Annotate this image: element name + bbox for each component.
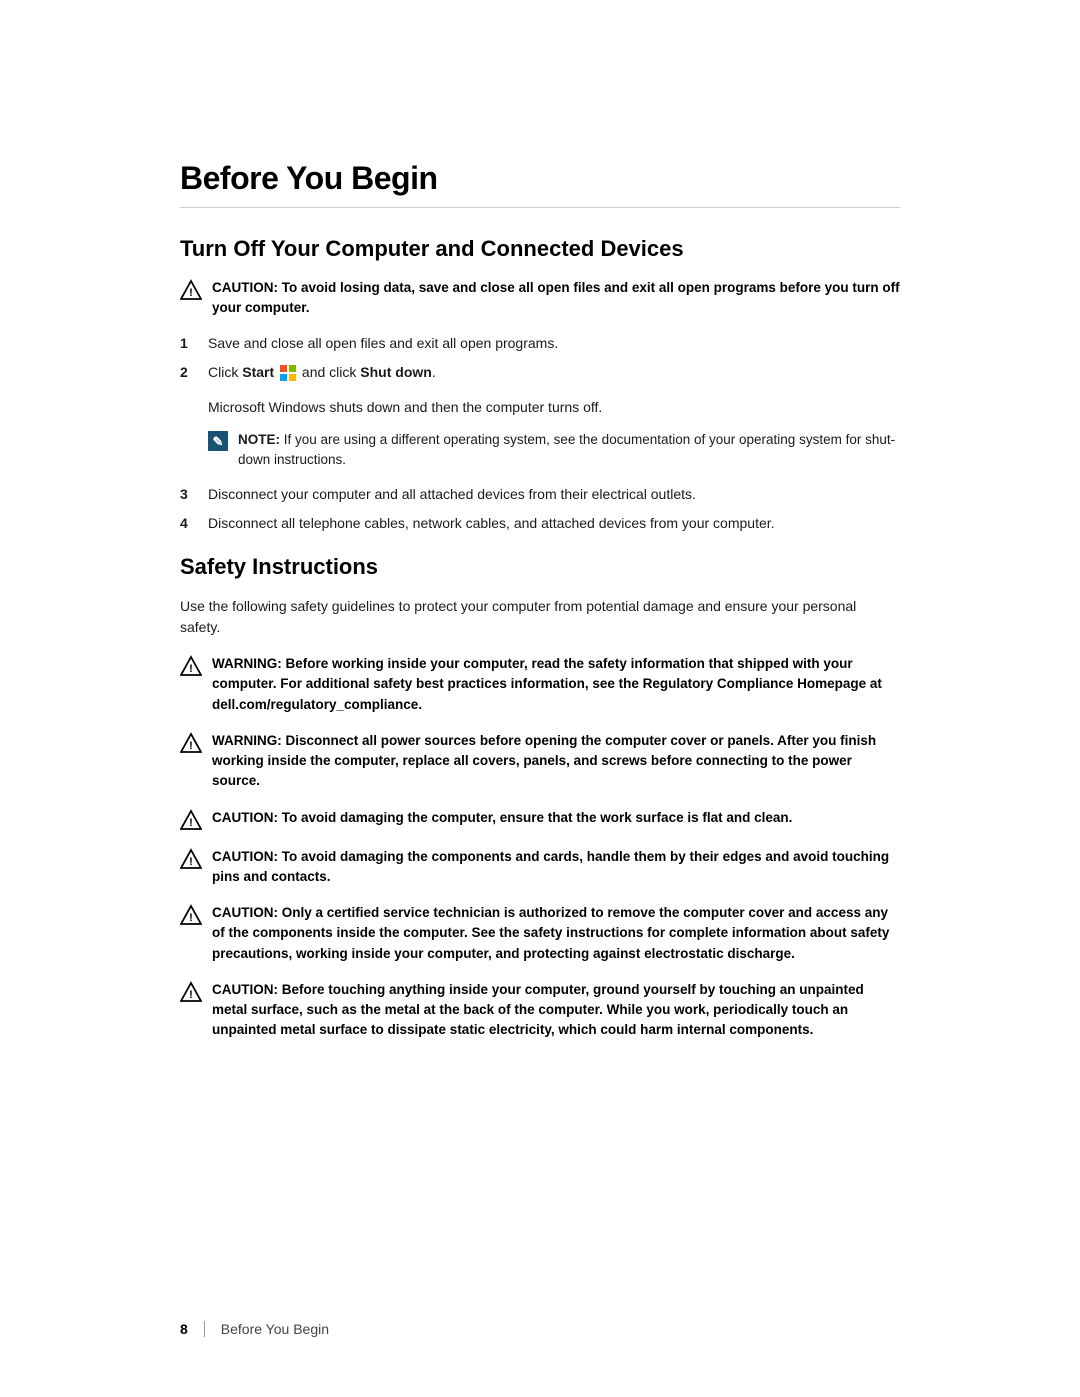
note-label-1: NOTE:	[238, 432, 280, 447]
note-body-1: If you are using a different operating s…	[238, 432, 895, 467]
svg-text:!: !	[189, 817, 193, 829]
step-2-bold1: Start	[242, 364, 274, 380]
step-2-text: Click Start and click Shut down.	[208, 362, 900, 383]
caution-block-5: ! CAUTION: Only a certified service tech…	[180, 903, 900, 964]
step-4-number: 4	[180, 513, 196, 534]
section-turn-off: Turn Off Your Computer and Connected Dev…	[180, 236, 900, 534]
step-3-text: Disconnect your computer and all attache…	[208, 484, 900, 505]
caution-label-1: CAUTION:	[212, 280, 278, 295]
warning-icon-2: !	[180, 732, 202, 754]
caution-label-5: CAUTION:	[212, 905, 282, 920]
caution-icon-3: !	[180, 809, 202, 831]
note-icon-1: ✎	[208, 431, 228, 451]
title-divider	[180, 207, 900, 208]
caution-label-6: CAUTION:	[212, 982, 282, 997]
section-safety: Safety Instructions Use the following sa…	[180, 554, 900, 1041]
step-3-number: 3	[180, 484, 196, 505]
caution-body-6: Before touching anything inside your com…	[212, 982, 864, 1038]
caution-block-4: ! CAUTION: To avoid damaging the compone…	[180, 847, 900, 888]
caution-body-1: To avoid losing data, save and close all…	[212, 280, 900, 315]
steps-list: 1 Save and close all open files and exit…	[180, 333, 900, 383]
section2-intro: Use the following safety guidelines to p…	[180, 596, 900, 638]
svg-text:!: !	[189, 856, 193, 868]
caution-body-5: Only a certified service technician is a…	[212, 905, 889, 961]
caution-icon-1: !	[180, 279, 202, 301]
caution-block-1: ! CAUTION: To avoid losing data, save an…	[180, 278, 900, 319]
caution-text-5: CAUTION: Only a certified service techni…	[212, 903, 900, 964]
step-2: 2 Click Start and click Shut down.	[180, 362, 900, 383]
steps-list-2: 3 Disconnect your computer and all attac…	[180, 484, 900, 534]
note-text-1: NOTE: If you are using a different opera…	[238, 430, 900, 471]
step-4: 4 Disconnect all telephone cables, netwo…	[180, 513, 900, 534]
svg-text:!: !	[189, 989, 193, 1001]
caution-text-6: CAUTION: Before touching anything inside…	[212, 980, 900, 1041]
warning-block-1: ! WARNING: Before working inside your co…	[180, 654, 900, 715]
svg-text:!: !	[189, 740, 193, 752]
caution-text-3: CAUTION: To avoid damaging the computer,…	[212, 808, 792, 828]
windows-logo-icon	[280, 365, 296, 381]
svg-text:!: !	[189, 912, 193, 924]
step-2-number: 2	[180, 362, 196, 383]
step2-subtext: Microsoft Windows shuts down and then th…	[208, 397, 900, 418]
svg-text:!: !	[189, 663, 193, 675]
warning-text-1: WARNING: Before working inside your comp…	[212, 654, 900, 715]
warning-label-1: WARNING:	[212, 656, 286, 671]
step-1: 1 Save and close all open files and exit…	[180, 333, 900, 354]
page-content: Before You Begin Turn Off Your Computer …	[0, 0, 1080, 1157]
note-block-1: ✎ NOTE: If you are using a different ope…	[208, 430, 900, 471]
caution-body-3: To avoid damaging the computer, ensure t…	[282, 810, 793, 825]
caution-text-4: CAUTION: To avoid damaging the component…	[212, 847, 900, 888]
warning-body-1: Before working inside your computer, rea…	[212, 656, 882, 712]
warning-icon-1: !	[180, 655, 202, 677]
step-1-number: 1	[180, 333, 196, 354]
caution-body-4: To avoid damaging the components and car…	[212, 849, 889, 884]
caution-text-1: CAUTION: To avoid losing data, save and …	[212, 278, 900, 319]
caution-icon-6: !	[180, 981, 202, 1003]
caution-icon-4: !	[180, 848, 202, 870]
warning-text-2: WARNING: Disconnect all power sources be…	[212, 731, 900, 792]
section2-heading: Safety Instructions	[180, 554, 900, 580]
step-1-text: Save and close all open files and exit a…	[208, 333, 900, 354]
caution-block-6: ! CAUTION: Before touching anything insi…	[180, 980, 900, 1041]
footer-page-number: 8	[180, 1321, 188, 1337]
warning-label-2: WARNING:	[212, 733, 286, 748]
svg-text:✎: ✎	[213, 434, 224, 449]
section1-heading: Turn Off Your Computer and Connected Dev…	[180, 236, 900, 262]
caution-label-4: CAUTION:	[212, 849, 282, 864]
step-3: 3 Disconnect your computer and all attac…	[180, 484, 900, 505]
caution-block-3: ! CAUTION: To avoid damaging the compute…	[180, 808, 900, 831]
footer-page-label: Before You Begin	[221, 1321, 329, 1337]
svg-text:!: !	[189, 287, 193, 299]
caution-label-3: CAUTION:	[212, 810, 282, 825]
page-title: Before You Begin	[180, 160, 900, 197]
footer-separator	[204, 1321, 205, 1337]
page-footer: 8 Before You Begin	[180, 1321, 329, 1337]
caution-icon-5: !	[180, 904, 202, 926]
step-2-bold2: Shut down	[360, 364, 432, 380]
warning-body-2: Disconnect all power sources before open…	[212, 733, 876, 789]
step-4-text: Disconnect all telephone cables, network…	[208, 513, 900, 534]
warning-block-2: ! WARNING: Disconnect all power sources …	[180, 731, 900, 792]
